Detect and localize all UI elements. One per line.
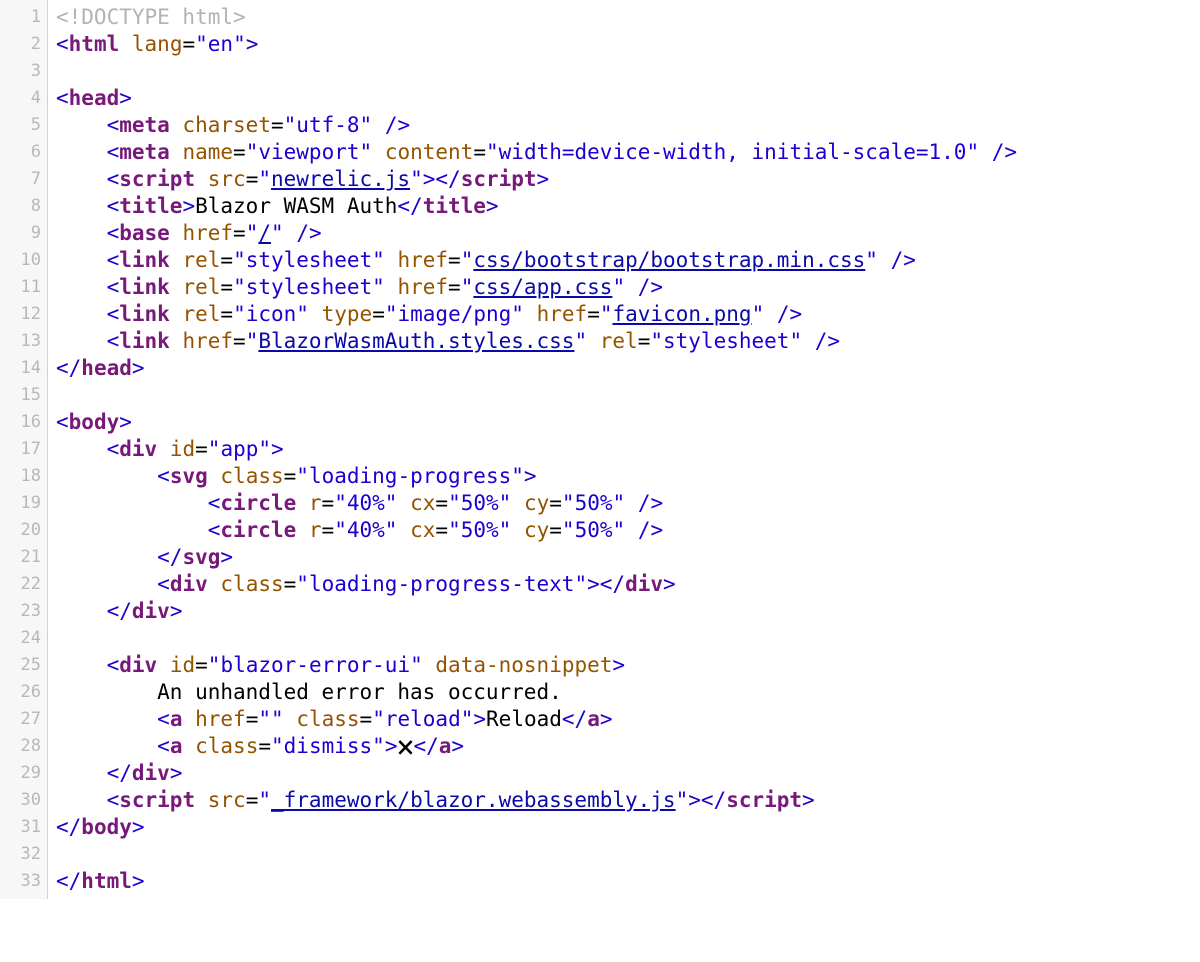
code-line[interactable]: <title>Blazor WASM Auth</title> (56, 193, 1194, 220)
line-number: 16 (0, 409, 41, 436)
code-line[interactable]: <html lang="en"> (56, 31, 1194, 58)
line-number: 1 (0, 4, 41, 31)
line-number: 9 (0, 220, 41, 247)
code-line[interactable]: <base href="/" /> (56, 220, 1194, 247)
code-line[interactable]: <div class="loading-progress-text"></div… (56, 571, 1194, 598)
line-number: 15 (0, 382, 41, 409)
code-area[interactable]: <!DOCTYPE html><html lang="en"> <head> <m… (48, 0, 1200, 899)
code-line[interactable]: <link rel="stylesheet" href="css/app.css… (56, 274, 1194, 301)
line-number: 8 (0, 193, 41, 220)
code-line[interactable]: <!DOCTYPE html> (56, 4, 1194, 31)
line-number: 26 (0, 679, 41, 706)
code-line[interactable]: <link href="BlazorWasmAuth.styles.css" r… (56, 328, 1194, 355)
line-number: 10 (0, 247, 41, 274)
code-line[interactable]: <div id="blazor-error-ui" data-nosnippet… (56, 652, 1194, 679)
line-number: 4 (0, 85, 41, 112)
code-line[interactable]: <body> (56, 409, 1194, 436)
line-number: 25 (0, 652, 41, 679)
line-number: 18 (0, 463, 41, 490)
line-number: 33 (0, 868, 41, 895)
code-line[interactable]: </div> (56, 760, 1194, 787)
line-number-gutter: 1234567891011121314151617181920212223242… (0, 0, 48, 899)
line-number: 20 (0, 517, 41, 544)
line-number: 24 (0, 625, 41, 652)
line-number: 23 (0, 598, 41, 625)
line-number: 27 (0, 706, 41, 733)
code-line[interactable] (56, 382, 1194, 409)
line-number: 12 (0, 301, 41, 328)
code-line[interactable]: <script src="newrelic.js"></script> (56, 166, 1194, 193)
line-number: 2 (0, 31, 41, 58)
code-line[interactable]: </div> (56, 598, 1194, 625)
code-line[interactable]: </head> (56, 355, 1194, 382)
line-number: 32 (0, 841, 41, 868)
line-number: 5 (0, 112, 41, 139)
line-number: 30 (0, 787, 41, 814)
code-line[interactable]: <meta name="viewport" content="width=dev… (56, 139, 1194, 166)
line-number: 17 (0, 436, 41, 463)
code-line[interactable]: <link rel="stylesheet" href="css/bootstr… (56, 247, 1194, 274)
line-number: 6 (0, 139, 41, 166)
line-number: 22 (0, 571, 41, 598)
line-number: 14 (0, 355, 41, 382)
line-number: 31 (0, 814, 41, 841)
line-number: 13 (0, 328, 41, 355)
code-line[interactable]: <a href="" class="reload">Reload</a> (56, 706, 1194, 733)
line-number: 19 (0, 490, 41, 517)
code-editor: 1234567891011121314151617181920212223242… (0, 0, 1200, 899)
line-number: 21 (0, 544, 41, 571)
code-line[interactable]: <script src="_framework/blazor.webassemb… (56, 787, 1194, 814)
code-line[interactable]: </html> (56, 868, 1194, 895)
code-line[interactable]: <svg class="loading-progress"> (56, 463, 1194, 490)
line-number: 7 (0, 166, 41, 193)
code-line[interactable]: <div id="app"> (56, 436, 1194, 463)
code-line[interactable]: <a class="dismiss">🗙</a> (56, 733, 1194, 760)
code-line[interactable]: <link rel="icon" type="image/png" href="… (56, 301, 1194, 328)
code-line[interactable]: </svg> (56, 544, 1194, 571)
code-line[interactable]: </body> (56, 814, 1194, 841)
line-number: 11 (0, 274, 41, 301)
code-line[interactable] (56, 58, 1194, 85)
line-number: 29 (0, 760, 41, 787)
code-line[interactable]: <meta charset="utf-8" /> (56, 112, 1194, 139)
code-line[interactable]: <circle r="40%" cx="50%" cy="50%" /> (56, 517, 1194, 544)
code-line[interactable] (56, 625, 1194, 652)
code-line[interactable]: <circle r="40%" cx="50%" cy="50%" /> (56, 490, 1194, 517)
code-line[interactable]: An unhandled error has occurred. (56, 679, 1194, 706)
code-line[interactable] (56, 841, 1194, 868)
line-number: 28 (0, 733, 41, 760)
code-line[interactable]: <head> (56, 85, 1194, 112)
line-number: 3 (0, 58, 41, 85)
